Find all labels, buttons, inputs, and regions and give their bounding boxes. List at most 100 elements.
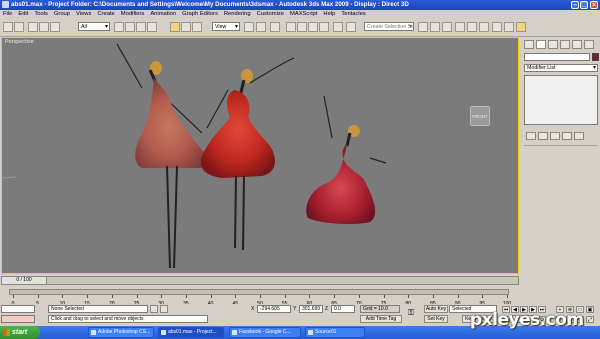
menu-file[interactable]: File	[0, 10, 15, 19]
modifier-list-select[interactable]: Modifier List	[524, 64, 598, 72]
set-key-button[interactable]: Set Key	[424, 315, 448, 323]
motion-tab-icon[interactable]	[560, 40, 570, 49]
select-move-icon[interactable]	[170, 22, 180, 32]
start-button[interactable]: start	[0, 326, 40, 339]
menu-rendering[interactable]: Rendering	[221, 10, 254, 19]
zoom-extents-all-icon[interactable]: ▣	[586, 306, 594, 313]
y-coordinate-field[interactable]: 301.699	[299, 305, 323, 313]
window-crossing-icon[interactable]	[147, 22, 157, 32]
command-panel: Modifier List	[521, 37, 600, 274]
time-slider-thumb[interactable]: 0 / 100	[2, 277, 47, 284]
make-unique-icon[interactable]	[550, 132, 560, 140]
x-coordinate-field[interactable]: -294.605	[257, 305, 291, 313]
curve-editor-icon[interactable]	[455, 22, 465, 32]
absolute-relative-toggle-icon[interactable]	[160, 305, 168, 313]
align-icon[interactable]	[418, 22, 428, 32]
selection-filter-select[interactable]: All	[78, 22, 110, 31]
track-bar-tick	[210, 295, 212, 298]
rendered-frame-window-icon[interactable]	[504, 22, 514, 32]
menu-tentacles[interactable]: Tentacles	[338, 10, 369, 19]
snaps-toggle-icon[interactable]	[286, 22, 296, 32]
menu-help[interactable]: Help	[320, 10, 338, 19]
bind-space-warp-icon[interactable]	[50, 22, 60, 32]
menu-tools[interactable]: Tools	[31, 10, 51, 19]
menu-modifiers[interactable]: Modifiers	[118, 10, 148, 19]
dancer-figure-left[interactable]	[116, 43, 209, 269]
track-bar[interactable]: 0510152025303540455055606570758085909510…	[1, 286, 519, 307]
dancer-figure-right[interactable]	[306, 95, 387, 225]
start-label: start	[12, 329, 28, 336]
mini-listener-field[interactable]	[1, 305, 35, 313]
z-label: Z	[325, 306, 329, 312]
pin-stack-icon[interactable]	[526, 132, 536, 140]
task-chrome[interactable]: Facebook - Google C...	[229, 327, 301, 338]
angle-snap-icon[interactable]	[297, 22, 307, 32]
viewport-label[interactable]: Perspective	[5, 39, 34, 45]
mini-listener-output[interactable]	[1, 315, 35, 323]
rectangular-selection-icon[interactable]	[136, 22, 146, 32]
viewcube[interactable]: FRONT	[470, 106, 490, 126]
select-link-icon[interactable]	[28, 22, 38, 32]
modify-tab-icon[interactable]	[536, 40, 546, 49]
menu-maxscript[interactable]: MAXScript	[287, 10, 320, 19]
undo-icon[interactable]	[3, 22, 13, 32]
task-3dsmax[interactable]: abs01.max - Project...	[158, 327, 224, 338]
edit-named-selection-icon[interactable]	[333, 22, 343, 32]
perspective-viewport[interactable]: Perspective FRONT	[1, 37, 519, 274]
add-time-tag-button[interactable]: Add Time Tag	[360, 315, 402, 323]
menu-group[interactable]: Group	[51, 10, 73, 19]
spinner-snap-icon[interactable]	[319, 22, 329, 32]
percent-snap-icon[interactable]	[308, 22, 318, 32]
select-by-name-icon[interactable]	[125, 22, 135, 32]
menu-animation[interactable]: Animation	[147, 10, 179, 19]
time-slider[interactable]: 0 / 100	[1, 276, 519, 285]
render-production-icon[interactable]	[516, 22, 526, 32]
menu-create[interactable]: Create	[94, 10, 117, 19]
menu-customize[interactable]: Customize	[254, 10, 287, 19]
mirror-icon[interactable]	[346, 22, 356, 32]
auto-key-button[interactable]: Auto Key	[424, 305, 448, 313]
select-object-icon[interactable]	[114, 22, 124, 32]
show-end-result-icon[interactable]	[538, 132, 548, 140]
menu-views[interactable]: Views	[73, 10, 94, 19]
pivot-center-icon[interactable]	[244, 22, 254, 32]
create-tab-icon[interactable]	[524, 40, 534, 49]
menu-graph-editors[interactable]: Graph Editors	[179, 10, 221, 19]
named-selection-set-select[interactable]: Create Selection Set	[364, 22, 414, 31]
task-label: Adobe Photoshop CS...	[98, 329, 151, 335]
select-scale-icon[interactable]	[192, 22, 202, 32]
utilities-tab-icon[interactable]	[584, 40, 594, 49]
lock-selection-icon[interactable]	[150, 305, 158, 313]
maximize-button[interactable]: □	[580, 1, 588, 9]
modifier-stack[interactable]	[524, 75, 598, 125]
track-bar-tick	[87, 295, 89, 298]
remove-modifier-icon[interactable]	[562, 132, 572, 140]
select-rotate-icon[interactable]	[181, 22, 191, 32]
maximize-viewport-icon[interactable]: ⤢	[586, 316, 594, 323]
graphite-tools-icon[interactable]	[442, 22, 452, 32]
unlink-icon[interactable]	[39, 22, 49, 32]
task-photoshop[interactable]: Adobe Photoshop CS...	[88, 327, 154, 338]
task-source01[interactable]: Source01	[305, 327, 365, 338]
display-tab-icon[interactable]	[572, 40, 582, 49]
menu-edit[interactable]: Edit	[15, 10, 31, 19]
z-coordinate-field[interactable]: 0.0	[331, 305, 355, 313]
render-setup-icon[interactable]	[492, 22, 502, 32]
schematic-view-icon[interactable]	[467, 22, 477, 32]
hierarchy-tab-icon[interactable]	[548, 40, 558, 49]
reference-coordinate-select[interactable]: View	[212, 22, 240, 31]
layer-manager-icon[interactable]	[430, 22, 440, 32]
select-manipulate-icon[interactable]	[256, 22, 266, 32]
configure-modifier-sets-icon[interactable]	[574, 132, 584, 140]
material-editor-icon[interactable]	[479, 22, 489, 32]
object-name-field[interactable]	[524, 53, 590, 61]
redo-icon[interactable]	[14, 22, 24, 32]
prompt-line: Click and drag to select and move object…	[48, 315, 208, 323]
track-bar-tick	[260, 295, 261, 298]
minimize-button[interactable]: –	[571, 1, 579, 9]
selection-count: None Selected	[48, 305, 148, 313]
keyboard-shortcut-override-icon[interactable]	[270, 22, 280, 32]
object-color-swatch[interactable]	[592, 53, 599, 61]
dancer-figure-center[interactable]	[201, 57, 295, 251]
close-button[interactable]: ×	[590, 1, 598, 9]
